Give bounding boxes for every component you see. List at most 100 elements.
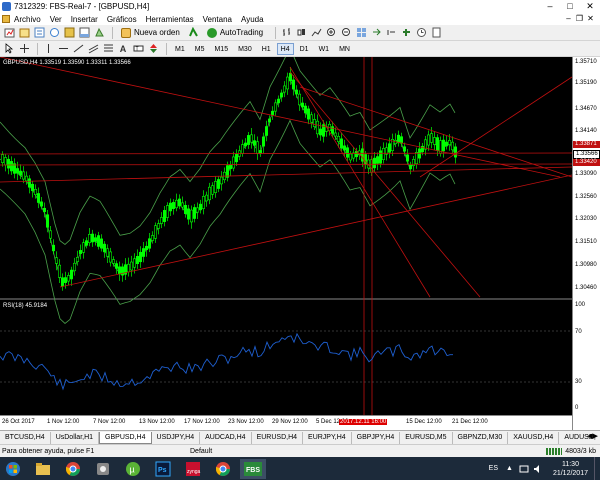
traffic-label: 4803/3 kb — [565, 447, 596, 455]
tab-eurusd-h4[interactable]: EURUSD,H4 — [252, 431, 304, 444]
price-axis[interactable]: 1.35710 1.35190 1.34670 1.34140 1.33871 … — [572, 57, 600, 430]
candle-body — [244, 142, 248, 147]
candle-body — [372, 157, 376, 169]
timeframe-h4[interactable]: H4 — [276, 42, 294, 55]
zoom-in-icon[interactable] — [325, 27, 337, 39]
maximize-button[interactable]: □ — [560, 0, 580, 13]
candle-body — [282, 85, 286, 93]
candle-body — [339, 138, 343, 149]
tray-expand-icon[interactable]: ▲ — [506, 465, 513, 472]
navigator-icon[interactable] — [63, 27, 75, 39]
bar-chart-icon[interactable] — [280, 27, 292, 39]
candle-body — [300, 102, 304, 108]
arrows-icon[interactable] — [147, 43, 159, 55]
taskbar-media-icon[interactable] — [90, 459, 116, 479]
new-order-button[interactable]: Nueva orden — [117, 26, 184, 39]
periods-icon[interactable] — [415, 27, 427, 39]
menu-ventana[interactable]: Ventana — [203, 15, 232, 24]
clock[interactable]: 11:30 21/12/2017 — [553, 460, 588, 478]
crosshair-icon[interactable] — [18, 43, 30, 55]
timeframe-d1[interactable]: D1 — [296, 43, 313, 55]
text-icon[interactable]: A — [117, 43, 129, 55]
new-chart-icon[interactable] — [3, 27, 15, 39]
market-watch-icon[interactable] — [33, 27, 45, 39]
mdi-close-button[interactable]: ✕ — [585, 13, 596, 25]
line-chart-icon[interactable] — [310, 27, 322, 39]
timeframe-m5[interactable]: M5 — [191, 43, 209, 55]
tab-gbpjpy-h4[interactable]: GBPJPY,H4 — [352, 431, 401, 444]
volume-icon[interactable] — [533, 464, 543, 474]
candlestick-icon[interactable] — [295, 27, 307, 39]
auto-scroll-icon[interactable] — [370, 27, 382, 39]
menu-archivo[interactable]: Archivo — [14, 15, 41, 24]
tabs-scroll-right-icon[interactable]: ▶ — [593, 432, 598, 440]
menu-herramientas[interactable]: Herramientas — [146, 15, 194, 24]
language-indicator[interactable]: ES — [489, 465, 498, 472]
menu-ver[interactable]: Ver — [50, 15, 62, 24]
tab-gbpusd-h4[interactable]: GBPUSD,H4 — [99, 431, 152, 444]
chart-window[interactable]: GBPUSD,H4 1.33519 1.33590 1.33311 1.3356… — [0, 57, 600, 430]
cursor-icon[interactable] — [3, 43, 15, 55]
timeframe-mn[interactable]: MN — [335, 43, 354, 55]
strategy-tester-icon[interactable] — [93, 27, 105, 39]
taskbar-chrome2-icon[interactable] — [210, 459, 236, 479]
tab-gbpnzd-m30[interactable]: GBPNZD,M30 — [453, 431, 509, 444]
candle-body — [163, 210, 167, 222]
taskbar-utorrent-icon[interactable]: µ — [120, 459, 146, 479]
minimize-button[interactable]: – — [540, 0, 560, 13]
tab-eurjpy-h4[interactable]: EURJPY,H4 — [303, 431, 352, 444]
tab-btcusd-h4[interactable]: BTCUSD,H4 — [0, 431, 51, 444]
zoom-out-icon[interactable] — [340, 27, 352, 39]
trend-line — [289, 66, 431, 298]
mdi-minimize-button[interactable]: – — [563, 13, 574, 25]
taskbar-explorer-icon[interactable] — [30, 459, 56, 479]
price-chart[interactable] — [0, 57, 572, 415]
timeframe-m1[interactable]: M1 — [171, 43, 189, 55]
taskbar-zynga-icon[interactable]: zynga — [180, 459, 206, 479]
timeframe-m30[interactable]: M30 — [234, 43, 256, 55]
price-tag-current: 1.33566 — [573, 150, 600, 159]
tab-audcad-h4[interactable]: AUDCAD,H4 — [200, 431, 252, 444]
indicators-icon[interactable] — [400, 27, 412, 39]
tile-windows-icon[interactable] — [355, 27, 367, 39]
terminal-icon[interactable] — [78, 27, 90, 39]
chart-shift-icon[interactable] — [385, 27, 397, 39]
candle-body — [181, 202, 185, 208]
timeframe-w1[interactable]: W1 — [315, 43, 334, 55]
horizontal-line-icon[interactable] — [57, 43, 69, 55]
vertical-line-icon[interactable] — [42, 43, 54, 55]
fibonacci-icon[interactable] — [102, 43, 114, 55]
network-icon[interactable] — [519, 464, 529, 474]
profiles-icon[interactable] — [18, 27, 30, 39]
start-button[interactable] — [3, 459, 23, 479]
taskbar-photoshop-icon[interactable]: Ps — [150, 459, 176, 479]
connection-status[interactable]: 4803/3 kb — [546, 447, 596, 455]
mdi-restore-button[interactable]: ❐ — [574, 13, 585, 25]
timeframe-h1[interactable]: H1 — [258, 43, 275, 55]
autotrading-button[interactable]: AutoTrading — [203, 26, 267, 39]
show-desktop-button[interactable] — [594, 457, 600, 480]
metaeditor-icon[interactable] — [188, 27, 200, 39]
menu-ayuda[interactable]: Ayuda — [241, 15, 264, 24]
tab-usdollar-h1[interactable]: UsDollar,H1 — [51, 431, 100, 444]
candle-body — [196, 207, 200, 213]
candle-body — [375, 156, 379, 164]
candle-body — [178, 198, 182, 207]
label-icon[interactable]: T — [132, 43, 144, 55]
timeframe-m15[interactable]: M15 — [210, 43, 232, 55]
taskbar-chrome-icon[interactable] — [60, 459, 86, 479]
menu-graficos[interactable]: Gráficos — [107, 15, 137, 24]
menu-insertar[interactable]: Insertar — [71, 15, 98, 24]
time-axis[interactable]: 26 Oct 2017 1 Nov 12:00 7 Nov 12:00 13 N… — [0, 415, 572, 430]
tab-xauusd-h4[interactable]: XAUUSD,H4 — [508, 431, 560, 444]
tab-usdjpy-h4[interactable]: USDJPY,H4 — [152, 431, 201, 444]
templates-icon[interactable] — [430, 27, 442, 39]
drawing-toolbar: A T M1 M5 M15 M30 H1 H4 D1 W1 MN — [0, 41, 600, 57]
tab-eurusd-m5[interactable]: EURUSD,M5 — [400, 431, 453, 444]
trendline-icon[interactable] — [72, 43, 84, 55]
data-window-icon[interactable] — [48, 27, 60, 39]
close-button[interactable]: ✕ — [580, 0, 600, 13]
channel-icon[interactable] — [87, 43, 99, 55]
taskbar-fbs-icon[interactable]: FBS — [240, 458, 266, 479]
candle-body — [118, 266, 122, 275]
